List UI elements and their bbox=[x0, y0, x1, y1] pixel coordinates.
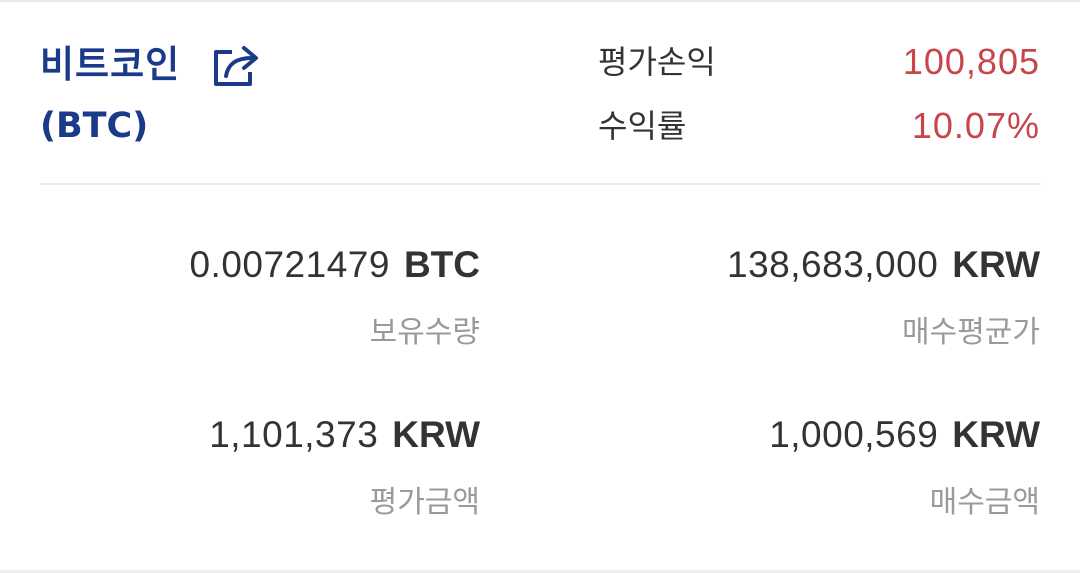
share-icon[interactable] bbox=[212, 44, 262, 88]
top-divider bbox=[0, 0, 1080, 2]
holding-quantity: 0.00721479 BTC 보유수량 bbox=[189, 240, 480, 356]
average-buy-price-unit: KRW bbox=[952, 244, 1040, 285]
holding-quantity-unit: BTC bbox=[403, 244, 480, 285]
profit-loss-value: 100,805 bbox=[902, 41, 1040, 82]
coin-name[interactable]: 비트코인 bbox=[40, 40, 180, 90]
holding-quantity-value: 0.00721479 bbox=[189, 244, 390, 285]
return-rate-value: 10.07% bbox=[911, 105, 1040, 146]
average-buy-price: 138,683,000 KRW 매수평균가 bbox=[727, 240, 1040, 356]
buy-amount-label: 매수금액 bbox=[929, 485, 1040, 520]
coin-symbol: (BTC) bbox=[40, 106, 149, 146]
evaluation-amount-unit: KRW bbox=[392, 414, 480, 455]
average-buy-price-label: 매수평균가 bbox=[902, 315, 1040, 350]
return-rate-label: 수익률 bbox=[598, 107, 687, 145]
section-divider bbox=[40, 183, 1041, 185]
buy-amount-value: 1,000,569 bbox=[769, 414, 939, 455]
holding-quantity-label: 보유수량 bbox=[369, 315, 480, 350]
evaluation-amount: 1,101,373 KRW 평가금액 bbox=[209, 410, 480, 526]
profit-loss-label: 평가손익 bbox=[598, 43, 716, 81]
buy-amount-unit: KRW bbox=[952, 414, 1040, 455]
buy-amount: 1,000,569 KRW 매수금액 bbox=[769, 410, 1040, 526]
average-buy-price-value: 138,683,000 bbox=[727, 244, 939, 285]
evaluation-amount-value: 1,101,373 bbox=[209, 414, 379, 455]
evaluation-amount-label: 평가금액 bbox=[369, 485, 480, 520]
